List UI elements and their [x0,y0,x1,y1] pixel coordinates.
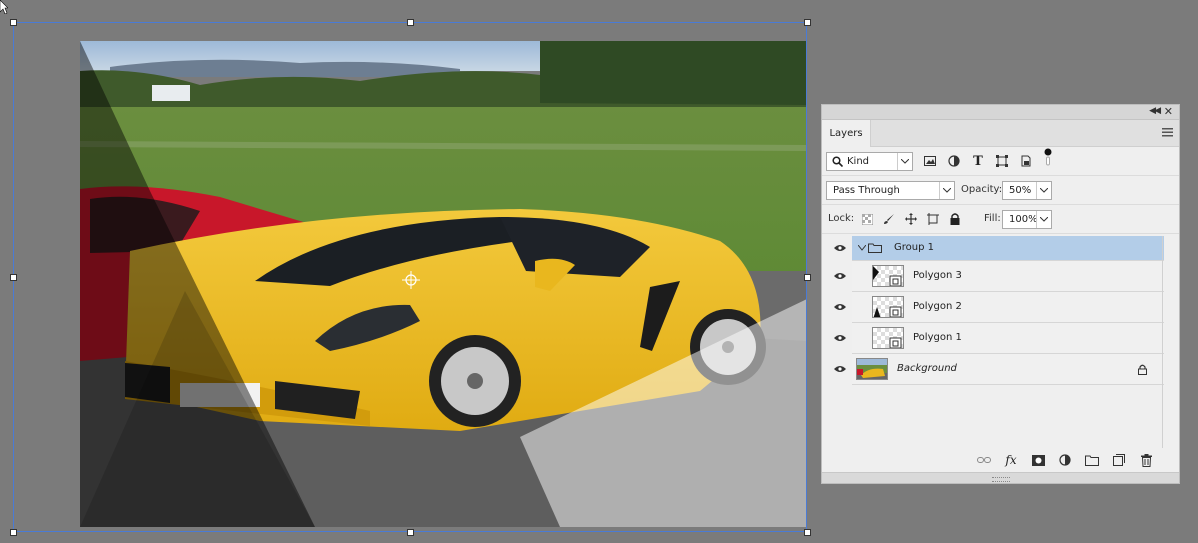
layer-name: Background [897,363,957,374]
filter-row: Kind T [822,147,1179,176]
layer-thumbnail [856,358,888,380]
transform-handle-top-right[interactable] [804,19,811,26]
adjustment-icon[interactable] [1056,452,1074,468]
car-photo [80,41,807,527]
image-filter-icon[interactable] [922,153,938,169]
lock-transparency-icon[interactable] [859,211,875,227]
opacity-input[interactable]: 50% [1002,181,1052,200]
eye-icon[interactable] [828,261,852,291]
tab-layers[interactable]: Layers [822,120,871,147]
filter-toggle-icon[interactable] [1040,148,1056,166]
lock-position-move-icon[interactable] [903,211,919,227]
layers-panel: ◀◀ ✕ Layers Kind T Pass Through Opacity:… [821,104,1180,484]
panel-header: ◀◀ ✕ [822,105,1179,120]
fill-label: Fill: [984,213,1001,224]
layers-scrollbar[interactable] [1162,236,1163,448]
smart-object-filter-icon[interactable] [1018,153,1034,169]
layer-name: Group 1 [894,242,934,253]
fx-icon[interactable]: fx [1002,452,1020,468]
layer-polygon-1[interactable]: Polygon 1 [834,323,1164,354]
layer-name: Polygon 2 [913,301,962,312]
layer-thumbnail [872,296,904,318]
eye-icon[interactable] [828,236,852,260]
transform-handle-top-left[interactable] [10,19,17,26]
lock-row: Lock: Fill: 100% [822,205,1179,234]
layers-panel-toolbar: fx [822,449,1179,471]
mask-icon[interactable] [1029,452,1047,468]
layer-thumbnail [872,265,904,287]
chevron-down-icon [1036,182,1051,199]
lock-artboard-icon[interactable] [925,211,941,227]
arrow-cursor-icon [0,0,8,14]
chevron-down-icon [897,153,912,170]
layer-group-1[interactable]: Group 1 [834,236,1164,261]
search-icon [832,156,843,167]
type-filter-icon[interactable]: T [970,153,986,169]
layer-thumbnail [872,327,904,349]
reference-point-icon[interactable] [402,271,420,289]
transform-handle-left[interactable] [10,274,17,281]
eye-icon[interactable] [828,292,852,322]
layer-background[interactable]: Background [834,354,1164,385]
panel-resize-handle[interactable] [822,472,1179,483]
opacity-value: 50% [1009,185,1032,196]
chevron-down-icon [1036,211,1051,228]
fill-input[interactable]: 100% [1002,210,1052,229]
trash-icon[interactable] [1137,452,1155,468]
layers-list: Group 1 Polygon 3 Polygon 2 Polygon 1 Ba… [834,236,1164,385]
kind-filter-label: Kind [847,156,870,167]
transform-handle-bottom[interactable] [407,529,414,536]
transform-handle-right[interactable] [804,274,811,281]
new-layer-icon[interactable] [1110,452,1128,468]
kind-filter-select[interactable]: Kind [826,152,913,171]
lock-all-icon[interactable] [947,211,963,227]
grip-icon [992,477,1010,482]
layer-name: Polygon 3 [913,270,962,281]
panel-tabbar: Layers [822,120,1179,147]
transform-handle-bottom-right[interactable] [804,529,811,536]
fill-value: 100% [1009,214,1038,225]
blend-mode-select[interactable]: Pass Through [826,181,955,200]
transform-handle-top[interactable] [407,19,414,26]
folder-icon [867,240,883,256]
layer-name: Polygon 1 [913,332,962,343]
shape-filter-icon[interactable] [994,153,1010,169]
eye-icon[interactable] [828,323,852,353]
close-panel-icon[interactable]: ✕ [1164,105,1173,118]
transform-handle-bottom-left[interactable] [10,529,17,536]
blend-row: Pass Through Opacity: 50% [822,176,1179,205]
link-icon[interactable] [975,452,993,468]
layer-polygon-3[interactable]: Polygon 3 [834,261,1164,292]
collapse-panel-icon[interactable]: ◀◀ [1149,106,1161,116]
lock-icon [1134,361,1150,377]
chevron-down-icon [939,182,954,199]
panel-menu-icon[interactable] [1162,128,1173,137]
blend-mode-value: Pass Through [833,185,900,196]
folder-icon[interactable] [1083,452,1101,468]
layer-polygon-2[interactable]: Polygon 2 [834,292,1164,323]
lock-pixels-brush-icon[interactable] [881,211,897,227]
opacity-label: Opacity: [961,184,1003,195]
adjustment-filter-icon[interactable] [946,153,962,169]
eye-icon[interactable] [828,354,852,384]
lock-label: Lock: [828,213,855,224]
